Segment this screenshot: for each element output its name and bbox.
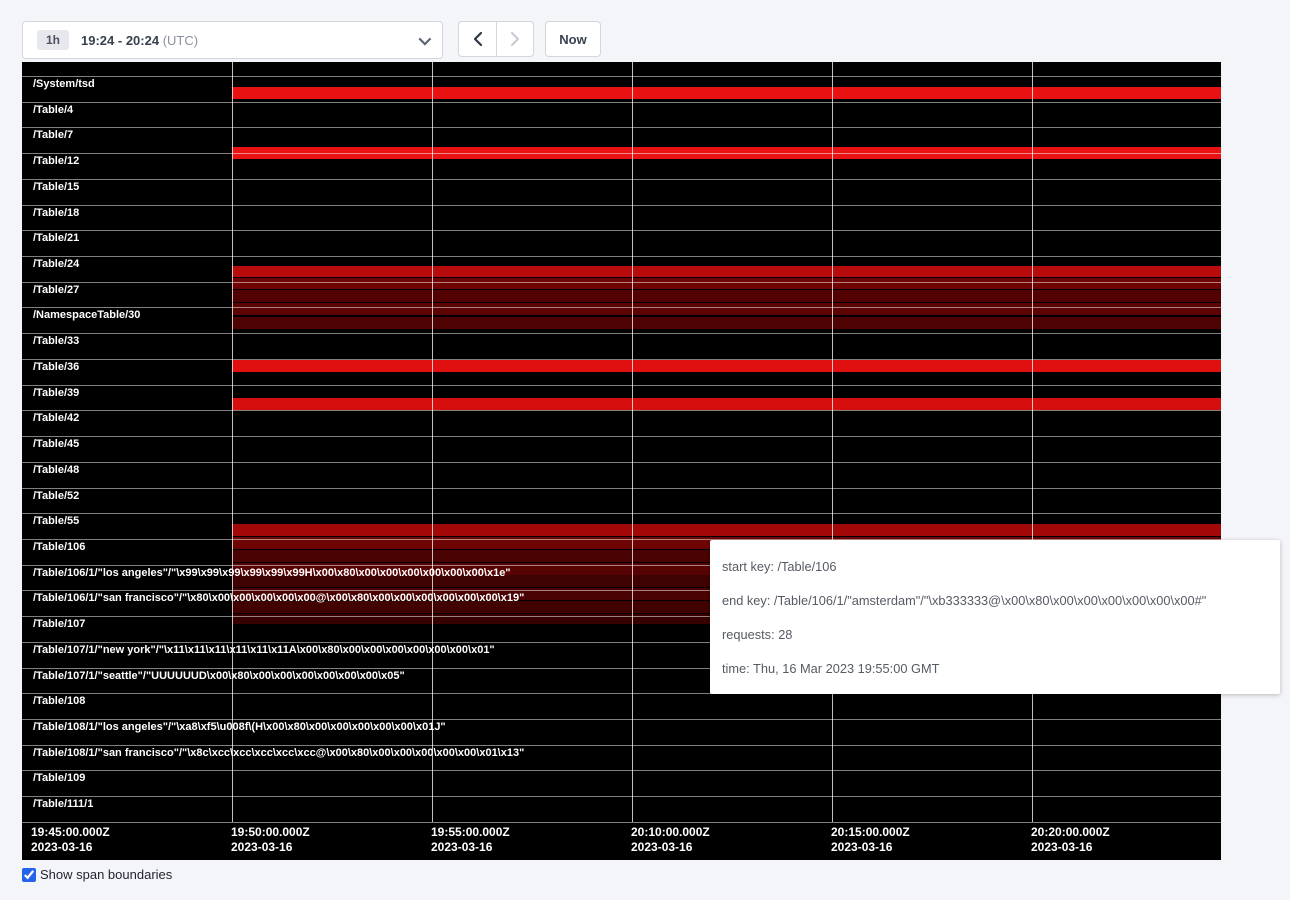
tooltip-time: time: Thu, 16 Mar 2023 19:55:00 GMT [722, 652, 1268, 686]
span-boundary-line [22, 153, 1221, 154]
x-axis-tick: 20:10:00.000Z2023-03-16 [631, 825, 710, 855]
heat-band[interactable] [232, 87, 1221, 99]
show-span-boundaries-toggle[interactable]: Show span boundaries [22, 867, 172, 882]
time-gridline [832, 62, 833, 822]
span-boundary-line [22, 333, 1221, 334]
row-label: /NamespaceTable/30 [33, 309, 140, 321]
span-boundary-line [22, 256, 1221, 257]
row-label: /Table/45 [33, 438, 79, 450]
heat-band[interactable] [232, 317, 1221, 329]
heat-band[interactable] [232, 524, 1221, 536]
span-boundary-line [22, 410, 1221, 411]
row-label: /Table/107 [33, 618, 85, 630]
row-label: /Table/108/1/"san francisco"/"\x8c\xcc\x… [33, 747, 524, 759]
row-label: /Table/42 [33, 412, 79, 424]
row-label: /Table/18 [33, 207, 79, 219]
row-label: /Table/108/1/"los angeles"/"\xa8\xf5\u00… [33, 721, 446, 733]
row-label: /Table/106/1/"san francisco"/"\x80\x00\x… [33, 592, 524, 604]
heat-band[interactable] [232, 290, 1221, 302]
row-label: /Table/36 [33, 361, 79, 373]
row-label: /Table/106 [33, 541, 85, 553]
row-label: /Table/52 [33, 490, 79, 502]
time-gridline [432, 62, 433, 822]
time-gridline [1032, 62, 1033, 822]
span-boundary-line [22, 76, 1221, 77]
span-boundary-line [22, 513, 1221, 514]
x-axis-tick: 19:55:00.000Z2023-03-16 [431, 825, 510, 855]
time-gridline [632, 62, 633, 822]
next-range-button[interactable] [496, 21, 534, 57]
chevron-right-icon [510, 31, 520, 47]
chevron-left-icon [473, 31, 483, 47]
span-boundary-line [22, 385, 1221, 386]
span-tooltip: start key: /Table/106 end key: /Table/10… [710, 540, 1280, 694]
show-span-boundaries-checkbox[interactable] [22, 868, 36, 882]
row-label: /Table/55 [33, 515, 79, 527]
time-range-timezone: (UTC) [163, 33, 198, 48]
row-label: /Table/48 [33, 464, 79, 476]
row-label: /Table/33 [33, 335, 79, 347]
x-axis-tick: 19:45:00.000Z2023-03-16 [31, 825, 110, 855]
now-button[interactable]: Now [545, 21, 601, 57]
chevron-down-icon [419, 32, 432, 45]
row-label: /Table/15 [33, 181, 79, 193]
prev-range-button[interactable] [458, 21, 496, 57]
span-boundary-line [22, 745, 1221, 746]
tooltip-requests: requests: 28 [722, 618, 1268, 652]
key-visualizer-chart[interactable]: /System/tsd/Table/4/Table/7/Table/12/Tab… [22, 62, 1221, 860]
heat-band[interactable] [232, 266, 1221, 277]
row-label: /Table/4 [33, 104, 73, 116]
span-boundary-line [22, 102, 1221, 103]
time-nav-buttons [458, 21, 534, 57]
span-boundary-line [22, 179, 1221, 180]
heat-band[interactable] [232, 303, 1221, 315]
x-axis-tick: 19:50:00.000Z2023-03-16 [231, 825, 310, 855]
heat-band[interactable] [232, 360, 1221, 372]
row-label: /Table/12 [33, 155, 79, 167]
x-axis-tick: 20:20:00.000Z2023-03-16 [1031, 825, 1110, 855]
span-boundary-line [22, 307, 1221, 308]
row-label: /System/tsd [33, 78, 95, 90]
time-gridline [232, 62, 233, 822]
row-label: /Table/109 [33, 772, 85, 784]
heat-band[interactable] [232, 278, 1221, 289]
span-boundary-line [22, 462, 1221, 463]
span-boundary-line [22, 719, 1221, 720]
x-axis-tick: 20:15:00.000Z2023-03-16 [831, 825, 910, 855]
tooltip-start-key: start key: /Table/106 [722, 550, 1268, 584]
span-boundary-line [22, 770, 1221, 771]
time-range-value: 19:24 - 20:24 [81, 33, 159, 48]
show-span-boundaries-label: Show span boundaries [40, 867, 172, 882]
row-label: /Table/27 [33, 284, 79, 296]
row-label: /Table/7 [33, 129, 73, 141]
row-label: /Table/111/1 [33, 798, 93, 810]
span-boundary-line [22, 282, 1221, 283]
row-label: /Table/21 [33, 232, 79, 244]
span-boundary-line [22, 205, 1221, 206]
span-boundary-line [22, 488, 1221, 489]
row-label: /Table/107/1/"seattle"/"UUUUUUD\x00\x80\… [33, 670, 405, 682]
span-boundary-line [22, 127, 1221, 128]
row-label: /Table/106/1/"los angeles"/"\x99\x99\x99… [33, 567, 511, 579]
tooltip-end-key: end key: /Table/106/1/"amsterdam"/"\xb33… [722, 584, 1268, 618]
row-label: /Table/24 [33, 258, 79, 270]
span-boundary-line [22, 796, 1221, 797]
time-range-label: 19:24 - 20:24 (UTC) [81, 33, 198, 48]
span-boundary-line [22, 822, 1221, 823]
heat-band[interactable] [232, 398, 1221, 410]
time-range-selector[interactable]: 1h 19:24 - 20:24 (UTC) [22, 21, 443, 59]
time-range-duration-badge: 1h [37, 30, 69, 50]
span-boundary-line [22, 436, 1221, 437]
span-boundary-line [22, 230, 1221, 231]
row-label: /Table/108 [33, 695, 85, 707]
row-label: /Table/39 [33, 387, 79, 399]
span-boundary-line [22, 359, 1221, 360]
row-label: /Table/107/1/"new york"/"\x11\x11\x11\x1… [33, 644, 495, 656]
